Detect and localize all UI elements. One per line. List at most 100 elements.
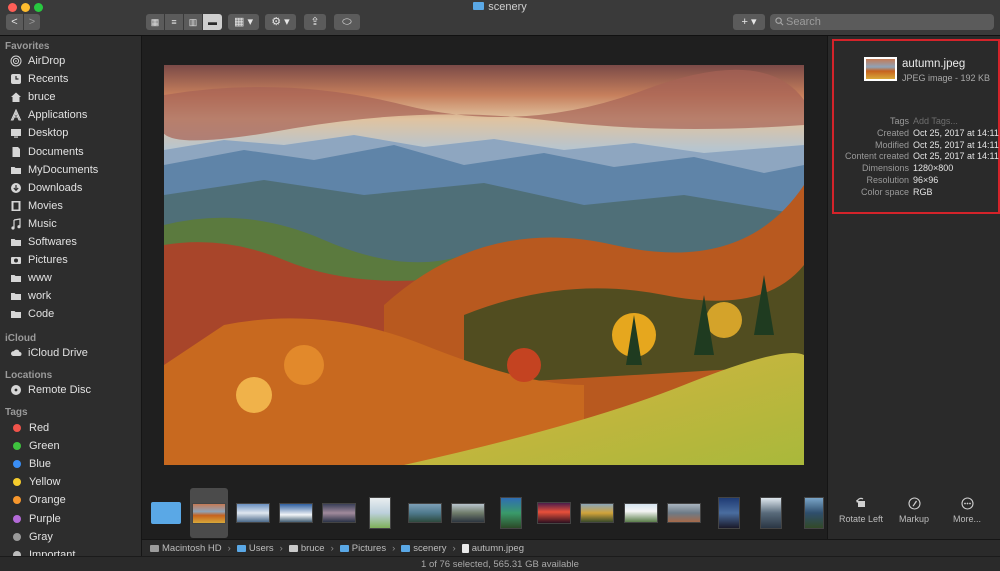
sidebar-item-remote-disc[interactable]: Remote Disc <box>10 382 138 398</box>
sidebar-item-music[interactable]: Music <box>10 216 138 232</box>
add-button[interactable]: + ▾ <box>733 14 765 30</box>
inspector-panel: autumn.jpeg JPEG image - 192 KB Tags Add … <box>827 36 1000 539</box>
image-preview <box>164 65 804 465</box>
sidebar-tag-important[interactable]: Important <box>10 547 138 556</box>
sidebar-tag-purple[interactable]: Purple <box>10 511 138 527</box>
sidebar-tag-yellow[interactable]: Yellow <box>10 474 138 490</box>
thumbnail[interactable] <box>366 488 394 538</box>
sidebar-item-documents[interactable]: Documents <box>10 144 138 160</box>
back-button[interactable]: < <box>6 14 23 30</box>
sidebar-tag-green[interactable]: Green <box>10 438 138 454</box>
path-crumb[interactable]: Macintosh HD <box>150 543 222 554</box>
metadata-value: Oct 25, 2017 at 14:11 <box>913 127 999 138</box>
thumbnail-image <box>760 497 782 529</box>
sidebar-item-code[interactable]: Code <box>10 306 138 322</box>
thumbnail[interactable] <box>716 488 742 538</box>
sidebar-tag-gray[interactable]: Gray <box>10 529 138 545</box>
forward-button[interactable]: > <box>23 14 40 30</box>
path-crumb[interactable]: Users <box>236 543 274 554</box>
thumbnail-image <box>580 503 614 523</box>
applications-icon <box>10 109 22 121</box>
sidebar: Favorites AirDrop Recents bruce Application… <box>0 36 142 556</box>
rotate-left-icon <box>854 496 868 510</box>
sidebar-item-www[interactable]: www <box>10 270 138 286</box>
thumbnail[interactable] <box>321 488 357 538</box>
sidebar-item-label: Blue <box>29 458 52 471</box>
more-button[interactable]: More... <box>937 496 997 524</box>
thumbnail[interactable] <box>407 488 443 538</box>
view-icons-button[interactable]: ▦ <box>146 14 165 30</box>
thumbnail-selected[interactable] <box>190 488 228 538</box>
sidebar-item-mydocuments[interactable]: MyDocuments <box>10 162 138 178</box>
sidebar-item-label: Green <box>29 440 60 453</box>
metadata-key: Resolution <box>866 175 909 185</box>
sidebar-item-work[interactable]: work <box>10 288 138 304</box>
sidebar-item-airdrop[interactable]: AirDrop <box>10 53 138 69</box>
metadata-row: Tags Add Tags... <box>834 116 1000 128</box>
thumbnail-folder[interactable] <box>149 488 183 538</box>
sidebar-item-desktop[interactable]: Desktop <box>10 125 138 141</box>
sidebar-item-applications[interactable]: Applications <box>10 107 138 123</box>
metadata-key: Modified <box>874 139 909 150</box>
metadata-key: Color space <box>860 186 909 197</box>
search-input[interactable]: Search <box>770 14 994 30</box>
thumbnail[interactable] <box>758 488 784 538</box>
chevron-right-icon: › <box>279 542 283 554</box>
metadata-value: 1280×800 <box>913 163 954 174</box>
sidebar-item-movies[interactable]: Movies <box>10 198 138 214</box>
markup-button[interactable]: Markup <box>884 496 944 524</box>
action-menu-button[interactable]: ⚙ ▾ <box>265 14 296 30</box>
sidebar-item-label: Red <box>29 422 50 434</box>
clock-icon <box>10 73 22 85</box>
view-list-button[interactable]: ≡ <box>165 14 184 30</box>
thumbnail[interactable] <box>235 488 271 538</box>
icloud-heading: iCloud <box>5 333 37 344</box>
tag-color-dot <box>13 478 21 487</box>
tag-color-dot <box>13 424 21 432</box>
path-crumb[interactable]: scenery <box>401 543 447 554</box>
rotate-left-button[interactable]: Rotate Left <box>831 496 891 524</box>
thumbnail[interactable] <box>579 488 615 538</box>
view-gallery-button[interactable]: ▬ <box>203 14 222 30</box>
share-button[interactable]: ⇪ <box>304 14 326 30</box>
sidebar-tag-orange[interactable]: Orange <box>10 492 138 508</box>
column-view-icon: ▥ <box>188 16 198 27</box>
sidebar-tag-blue[interactable]: Blue <box>10 456 138 472</box>
disc-icon <box>10 384 22 396</box>
download-icon <box>10 182 22 194</box>
folder-icon <box>10 236 22 248</box>
thumbnail[interactable] <box>666 488 702 538</box>
folder-icon <box>473 2 485 11</box>
thumbnail[interactable] <box>278 488 314 538</box>
sidebar-item-pictures[interactable]: Pictures <box>10 252 138 268</box>
window-title: scenery <box>0 1 1000 13</box>
thumbnail[interactable] <box>536 488 572 538</box>
thumbnail[interactable] <box>623 488 659 538</box>
folder-icon <box>10 272 22 284</box>
airdrop-icon <box>10 55 22 67</box>
markup-label: Markup <box>898 514 929 524</box>
sidebar-tag-red[interactable]: Red <box>10 420 138 436</box>
group-by-button[interactable]: ▦ ▾ <box>228 14 259 30</box>
rotate-left-label: Rotate Left <box>838 514 884 524</box>
sidebar-item-softwares[interactable]: Softwares <box>10 234 138 250</box>
add-tags-field[interactable]: Add Tags... <box>913 116 958 128</box>
view-columns-button[interactable]: ▥ <box>184 14 203 30</box>
thumbnail-strip[interactable] <box>142 488 827 538</box>
sidebar-item-recents[interactable]: Recents <box>10 71 138 87</box>
thumbnail-image <box>192 502 226 524</box>
thumbnail[interactable] <box>450 488 486 538</box>
toolbar: scenery < > ▦ ≡ ▥ ▬ ▦ ▾ ⚙ ▾ ⇪ ⬭ + ▾ Sear… <box>0 0 1000 36</box>
path-crumb[interactable]: autumn.jpeg <box>461 543 524 554</box>
thumbnail-image <box>279 503 313 523</box>
metadata-value: RGB <box>913 186 933 197</box>
edit-tags-button[interactable]: ⬭ <box>334 14 360 30</box>
path-crumb[interactable]: bruce <box>288 543 325 554</box>
sidebar-item-icloud-drive[interactable]: iCloud Drive <box>10 345 138 361</box>
path-crumb[interactable]: Pictures <box>339 543 386 554</box>
thumbnail[interactable] <box>498 488 524 538</box>
sidebar-item-downloads[interactable]: Downloads <box>10 180 138 196</box>
sidebar-item-bruce[interactable]: bruce <box>10 89 138 105</box>
thumbnail[interactable] <box>801 488 827 538</box>
sidebar-item-label: Movies <box>28 199 63 212</box>
